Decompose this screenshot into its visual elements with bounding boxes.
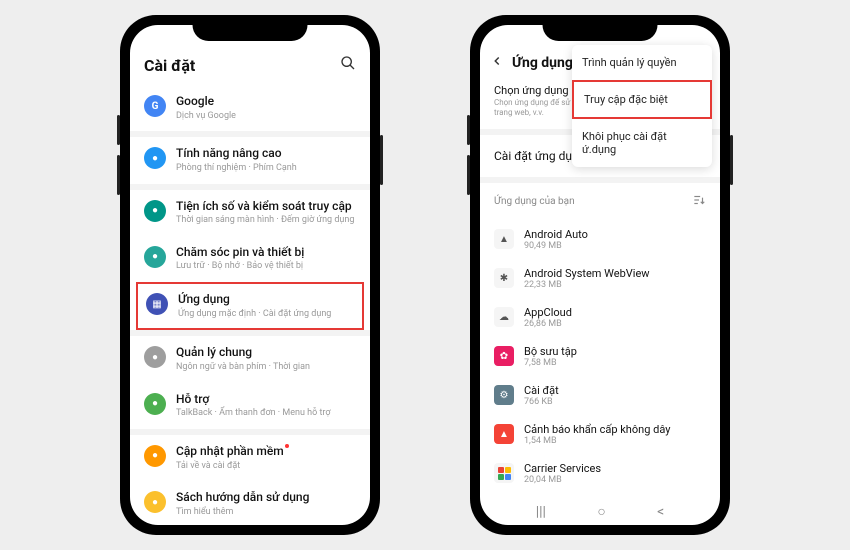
settings-item[interactable]: ▦ Ứng dụngỨng dụng mặc định · Cài đặt ứng… — [138, 284, 362, 328]
notch — [543, 15, 658, 41]
item-title: Cập nhật phần mềm — [176, 444, 356, 460]
filter-label[interactable]: Ứng dụng của bạn — [494, 196, 575, 207]
item-sub: Dịch vụ Google — [176, 111, 356, 123]
settings-item[interactable]: ● Hỗ trợTalkBack · Ẩm thanh đơn · Menu hỗ… — [130, 383, 370, 429]
item-sub: Ứng dụng mặc định · Cài đặt ứng dụng — [178, 309, 354, 321]
settings-item[interactable]: ● Cập nhật phần mềmTải về và cài đặt — [130, 435, 370, 481]
battery-icon: ● — [144, 246, 166, 268]
app-title: Cảnh báo khẩn cấp không dây — [524, 423, 670, 436]
emergency-icon: ▲ — [494, 424, 514, 444]
accessibility-icon: ● — [144, 393, 166, 415]
item-sub: TalkBack · Ẩm thanh đơn · Menu hỗ trợ — [176, 408, 356, 420]
app-row[interactable]: Carrier Services20,04 MB — [480, 454, 720, 493]
settings-item[interactable]: ● Tính năng nâng caoPhòng thí nghiệm · Ph… — [130, 137, 370, 183]
nav-recent-icon[interactable]: ||| — [536, 504, 546, 520]
app-size: 22,33 MB — [524, 280, 650, 290]
appcloud-icon: ☁ — [494, 307, 514, 327]
phone-right: Ứng dụng Trình quản lý quyềnTruy cập đặc… — [470, 15, 730, 535]
webview-icon: ✱ — [494, 268, 514, 288]
general-icon: ● — [144, 346, 166, 368]
app-row[interactable]: ☁ AppCloud26,86 MB — [480, 298, 720, 337]
item-sub: Thời gian sáng màn hình · Đếm giờ ứng dụ… — [176, 215, 356, 227]
item-title: Google — [176, 94, 356, 110]
app-title: Android Auto — [524, 228, 588, 241]
app-title: Carrier Services — [524, 462, 601, 475]
app-size: 20,04 MB — [524, 475, 601, 485]
item-sub: Lưu trữ · Bộ nhớ · Bảo vệ thiết bị — [176, 261, 356, 273]
app-title: Android System WebView — [524, 267, 650, 280]
nav-home-icon[interactable]: ○ — [597, 503, 605, 520]
overflow-menu: Trình quản lý quyềnTruy cập đặc biệtKhôi… — [572, 45, 712, 167]
sort-icon[interactable] — [692, 193, 706, 210]
app-size: 90,49 MB — [524, 241, 588, 251]
app-row[interactable]: ▲ Android Auto90,49 MB — [480, 220, 720, 259]
item-sub: Ngôn ngữ và bàn phím · Thời gian — [176, 362, 356, 374]
volume-button — [117, 155, 120, 195]
settings-item[interactable]: G GoogleDịch vụ Google — [130, 85, 370, 131]
app-size: 7,58 MB — [524, 358, 577, 368]
update-icon: ● — [144, 445, 166, 467]
settings-item[interactable]: ● Sách hướng dẫn sử dụngTìm hiểu thêm — [130, 481, 370, 525]
item-sub: Tải về và cài đặt — [176, 461, 356, 473]
google-icon: G — [144, 95, 166, 117]
item-title: Sách hướng dẫn sử dụng — [176, 490, 356, 506]
item-sub: Tìm hiểu thêm — [176, 507, 356, 519]
menu-item[interactable]: Truy cập đặc biệt — [572, 80, 712, 119]
item-title: Quản lý chung — [176, 345, 356, 361]
notch — [193, 15, 308, 41]
android-auto-icon: ▲ — [494, 229, 514, 249]
back-icon[interactable] — [490, 53, 504, 72]
advanced-icon: ● — [144, 147, 166, 169]
app-row[interactable]: ✿ Bộ sưu tập7,58 MB — [480, 337, 720, 376]
volume-button — [467, 115, 470, 145]
menu-item[interactable]: Khôi phục cài đặt ứ.dụng — [572, 119, 712, 167]
nav-bar: ||| ○ < — [480, 503, 720, 520]
app-title: Cài đặt — [524, 384, 559, 397]
volume-button — [467, 155, 470, 195]
carrier-icon — [494, 463, 514, 483]
settings-item[interactable]: ● Chăm sóc pin và thiết bịLưu trữ · Bộ nh… — [130, 236, 370, 282]
wellbeing-icon: ● — [144, 200, 166, 222]
settings-item[interactable]: ● Quản lý chungNgôn ngữ và bàn phím · Thờ… — [130, 336, 370, 382]
app-row[interactable]: ▲ Cảnh báo khẩn cấp không dây1,54 MB — [480, 415, 720, 454]
app-size: 766 KB — [524, 397, 559, 407]
phone-left: Cài đặt G GoogleDịch vụ Google ● Tính năng … — [120, 15, 380, 535]
gallery-icon: ✿ — [494, 346, 514, 366]
nav-back-icon[interactable]: < — [657, 504, 664, 520]
search-icon[interactable] — [340, 55, 356, 75]
manual-icon: ● — [144, 491, 166, 513]
page-title: Cài đặt — [144, 56, 195, 75]
app-title: Bộ sưu tập — [524, 345, 577, 358]
app-row[interactable]: ✱ Android System WebView22,33 MB — [480, 259, 720, 298]
power-button — [380, 135, 383, 185]
menu-item[interactable]: Trình quản lý quyền — [572, 45, 712, 80]
app-title: AppCloud — [524, 306, 572, 319]
app-size: 1,54 MB — [524, 436, 670, 446]
item-title: Tiện ích số và kiểm soát truy cập — [176, 199, 356, 215]
item-title: Chăm sóc pin và thiết bị — [176, 245, 356, 261]
item-sub: Phòng thí nghiệm · Phím Cạnh — [176, 163, 356, 175]
item-title: Hỗ trợ — [176, 392, 356, 408]
power-button — [730, 135, 733, 185]
apps-icon: ▦ — [146, 293, 168, 315]
settings-item[interactable]: ● Tiện ích số và kiểm soát truy cậpThời g… — [130, 190, 370, 236]
item-title: Ứng dụng — [178, 292, 354, 308]
page-title: Ứng dụng — [512, 55, 573, 71]
app-size: 26,86 MB — [524, 319, 572, 329]
app-row[interactable]: ⚙ Cài đặt766 KB — [480, 376, 720, 415]
volume-button — [117, 115, 120, 145]
item-title: Tính năng nâng cao — [176, 146, 356, 162]
settings-icon: ⚙ — [494, 385, 514, 405]
